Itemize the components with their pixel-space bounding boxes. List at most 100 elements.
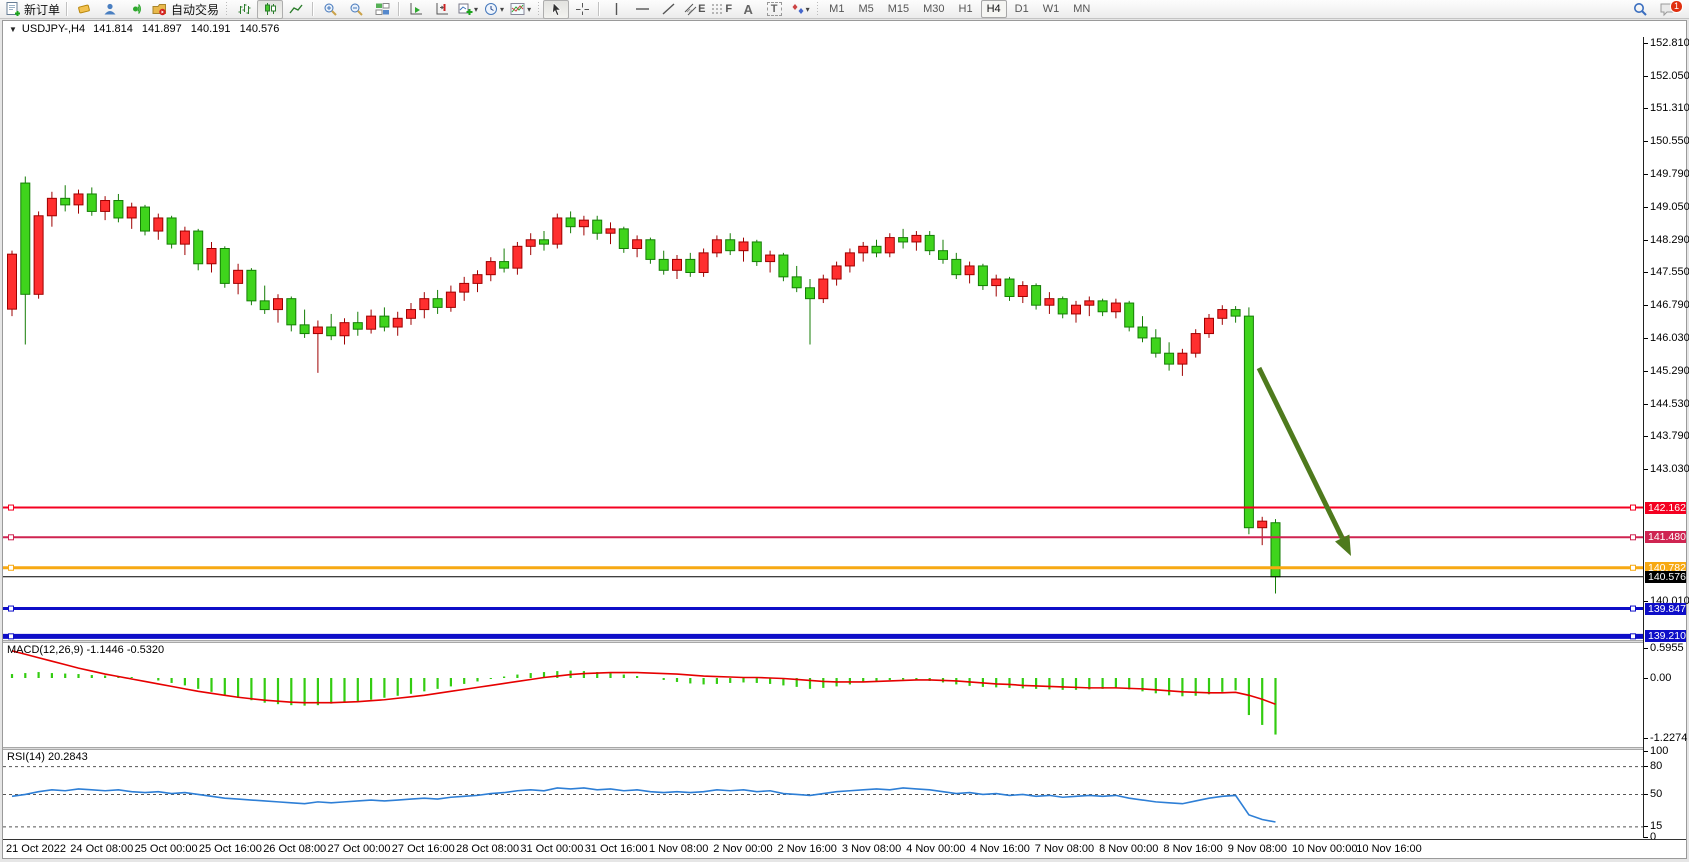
- indicators-button[interactable]: ▾: [507, 0, 534, 19]
- text-button[interactable]: A: [735, 0, 761, 19]
- zoom-out-button[interactable]: [343, 0, 369, 19]
- timeframe-button-D1[interactable]: D1: [1009, 0, 1035, 18]
- candle-body: [340, 323, 349, 336]
- vertical-line-icon: [610, 2, 623, 16]
- equidistant-channel-button[interactable]: E: [681, 0, 708, 19]
- chevron-down-icon: ▾: [806, 5, 810, 14]
- macd-histogram: [12, 671, 1276, 735]
- cursor-icon: [550, 2, 563, 16]
- line-handle[interactable]: [1631, 565, 1636, 570]
- zoom-in-button[interactable]: [317, 0, 343, 19]
- signals-button[interactable]: [123, 0, 149, 19]
- timeframe-button-M15[interactable]: M15: [882, 0, 915, 18]
- line-handle[interactable]: [9, 606, 14, 611]
- time-label: 24 Oct 08:00: [70, 843, 133, 855]
- rsi-chart[interactable]: [3, 750, 1643, 838]
- candle-body: [1258, 521, 1267, 528]
- candle-body: [127, 207, 136, 218]
- timeframe-button-M1[interactable]: M1: [823, 0, 850, 18]
- line-handle[interactable]: [9, 565, 14, 570]
- auto-trading-button[interactable]: 自动交易: [149, 0, 222, 19]
- candle-body: [1058, 299, 1067, 314]
- text-label-button[interactable]: T: [761, 0, 787, 19]
- line-chart-button[interactable]: [283, 0, 309, 19]
- candle-body: [1244, 316, 1253, 528]
- candle-body: [859, 246, 868, 253]
- chart-shift-button[interactable]: [429, 0, 455, 19]
- candle-body: [380, 316, 389, 327]
- timeframe-button-H4[interactable]: H4: [981, 0, 1007, 18]
- new-chart-button[interactable]: ▾: [455, 0, 481, 19]
- horizontal-line-140.782[interactable]: [3, 565, 1643, 570]
- horizontal-line-139.847[interactable]: [3, 606, 1643, 611]
- crosshair-button[interactable]: [569, 0, 595, 19]
- new-order-button[interactable]: 新订单: [3, 0, 63, 19]
- candlestick-chart[interactable]: [3, 37, 1643, 640]
- candle-body: [87, 194, 96, 211]
- candle-body: [606, 229, 615, 233]
- notifications-button[interactable]: 1: [1653, 0, 1683, 19]
- trendline-icon: [661, 2, 676, 16]
- macd-chart[interactable]: [3, 643, 1643, 747]
- candle-body: [1018, 286, 1027, 297]
- candle-body: [978, 266, 987, 286]
- cursor-button[interactable]: [543, 0, 569, 19]
- rsi-pane[interactable]: RSI(14) 20.2843: [3, 750, 1643, 838]
- candle-body: [1032, 286, 1041, 306]
- community-icon: [102, 2, 118, 16]
- candle-body: [74, 194, 83, 205]
- candlestick-chart-button[interactable]: [257, 0, 283, 19]
- chart-symbol: USDJPY-,H4: [22, 23, 85, 35]
- macd-pane[interactable]: MACD(12,26,9) -1.1446 -0.5320: [3, 643, 1643, 747]
- arrows-button[interactable]: ▾: [787, 0, 813, 19]
- timeframe-button-MN[interactable]: MN: [1067, 0, 1096, 18]
- trendline-button[interactable]: [655, 0, 681, 19]
- timeframe-button-M30[interactable]: M30: [917, 0, 950, 18]
- price-axis[interactable]: 152.810152.050151.310150.550149.790149.0…: [1643, 37, 1686, 838]
- horizontal-line-139.210[interactable]: [3, 634, 1643, 639]
- candle-body: [739, 242, 748, 251]
- market-button[interactable]: [71, 0, 97, 19]
- price-tick: 152.050: [1644, 71, 1689, 82]
- line-handle[interactable]: [9, 505, 14, 510]
- candle-body: [752, 242, 761, 262]
- periods-button[interactable]: ▾: [481, 0, 507, 19]
- line-handle[interactable]: [9, 634, 14, 639]
- timeframe-button-W1[interactable]: W1: [1037, 0, 1066, 18]
- candle-body: [1138, 327, 1147, 338]
- candle-body: [712, 240, 721, 253]
- indicators-icon: [510, 2, 526, 16]
- vertical-line-button[interactable]: [603, 0, 629, 19]
- candle-body: [779, 255, 788, 277]
- horizontal-line-142.162[interactable]: [3, 505, 1643, 510]
- tile-windows-button[interactable]: [369, 0, 395, 19]
- search-button[interactable]: [1627, 0, 1653, 19]
- line-handle[interactable]: [9, 535, 14, 540]
- candle-body: [566, 218, 575, 227]
- bar-chart-button[interactable]: [231, 0, 257, 19]
- timeframe-button-H1[interactable]: H1: [953, 0, 979, 18]
- line-handle[interactable]: [1631, 505, 1636, 510]
- line-handle[interactable]: [1631, 606, 1636, 611]
- time-axis[interactable]: 21 Oct 202224 Oct 08:0025 Oct 00:0025 Oc…: [3, 839, 1686, 858]
- line-handle[interactable]: [1631, 535, 1636, 540]
- rsi-line: [12, 788, 1276, 822]
- horizontal-line-141.480[interactable]: [3, 535, 1643, 540]
- community-button[interactable]: [97, 0, 123, 19]
- main-chart-pane[interactable]: [3, 37, 1643, 640]
- auto-scroll-button[interactable]: [403, 0, 429, 19]
- timeframe-button-M5[interactable]: M5: [852, 0, 879, 18]
- candle-body: [446, 292, 455, 307]
- candle-body: [260, 301, 269, 310]
- candle-body: [526, 240, 535, 247]
- horizontal-line-button[interactable]: [629, 0, 655, 19]
- chart-title-bar[interactable]: ▼ USDJPY-,H4 141.814 141.897 140.191 140…: [3, 21, 1686, 38]
- fibonacci-button[interactable]: F: [708, 0, 735, 19]
- fibonacci-icon: [711, 2, 725, 16]
- candlesticks: [8, 177, 1281, 594]
- candle-body: [207, 248, 216, 263]
- line-handle[interactable]: [1631, 634, 1636, 639]
- price-tick: 146.030: [1644, 333, 1689, 344]
- price-badge-139.847: 139.847: [1645, 603, 1686, 615]
- time-label: 8 Nov 00:00: [1099, 843, 1158, 855]
